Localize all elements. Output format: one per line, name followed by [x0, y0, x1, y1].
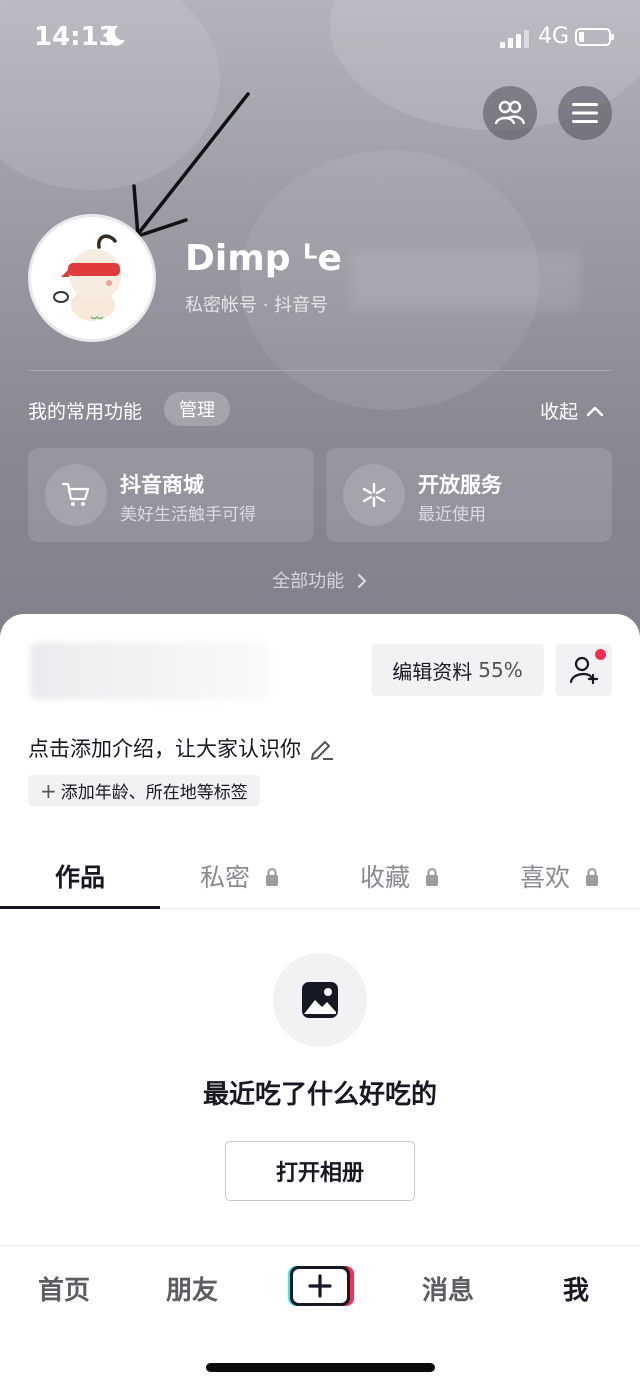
- home-indicator: [206, 1363, 435, 1372]
- functions-title: 我的常用功能: [28, 401, 143, 423]
- service-icon: [343, 464, 405, 526]
- friends-button[interactable]: [483, 86, 537, 140]
- mall-title: 抖音商城: [120, 473, 204, 497]
- open-album-button[interactable]: 打开相册: [225, 1141, 415, 1201]
- tab-private[interactable]: 私密: [160, 858, 320, 894]
- edit-profile-button[interactable]: 编辑资料 55%: [371, 644, 544, 696]
- tab-works-label: 作品: [54, 863, 105, 892]
- empty-state-icon: [273, 953, 367, 1047]
- status-bar: 14:13 4G: [0, 0, 640, 80]
- people-icon: [494, 100, 526, 125]
- profile-completion: 55%: [478, 658, 523, 682]
- empty-state-text: 最近吃了什么好吃的: [202, 1080, 437, 1110]
- chevron-up-icon: [586, 406, 604, 416]
- collapse-label: 收起: [540, 401, 579, 423]
- bio-placeholder[interactable]: 点击添加介绍，让大家认识你: [28, 733, 335, 763]
- mall-subtitle: 美好生活触手可得: [120, 505, 256, 525]
- tab-likes-label: 喜欢: [520, 863, 571, 892]
- nav-friends[interactable]: 朋友: [128, 1270, 256, 1307]
- profile-name: Dimp ᴸe: [185, 238, 342, 279]
- tab-likes[interactable]: 喜欢: [480, 858, 640, 894]
- add-user-icon: [569, 656, 598, 685]
- service-title: 开放服务: [418, 473, 502, 497]
- chevron-right-icon: [357, 573, 366, 589]
- divider: [28, 370, 612, 371]
- add-friend-button[interactable]: [555, 644, 612, 696]
- manage-button[interactable]: 管理: [164, 392, 230, 426]
- nav-me[interactable]: 我: [512, 1270, 640, 1307]
- lock-icon: [425, 868, 438, 886]
- cart-icon: [45, 464, 107, 526]
- mall-card[interactable]: 抖音商城 美好生活触手可得: [28, 448, 314, 542]
- add-tags-label: 添加年龄、所在地等标签: [60, 783, 248, 803]
- all-functions-link[interactable]: 全部功能: [0, 567, 640, 593]
- tab-favorites-label: 收藏: [360, 863, 411, 892]
- tab-works[interactable]: 作品: [0, 858, 160, 894]
- pencil-icon: [311, 741, 333, 760]
- network-type: 4G: [538, 24, 570, 49]
- image-icon: [302, 982, 338, 1018]
- avatar[interactable]: [28, 214, 156, 342]
- active-tab-indicator: [0, 906, 160, 909]
- lock-icon: [585, 868, 598, 886]
- service-subtitle: 最近使用: [418, 505, 486, 525]
- account-info: 私密帐号 · 抖音号: [185, 295, 329, 316]
- menu-button[interactable]: [558, 86, 612, 140]
- signal-icon: [500, 30, 529, 48]
- nav-home[interactable]: 首页: [0, 1270, 128, 1307]
- bio-text: 点击添加介绍，让大家认识你: [28, 737, 301, 761]
- service-card[interactable]: 开放服务 最近使用: [326, 448, 612, 542]
- notification-dot: [595, 649, 606, 660]
- all-functions-label: 全部功能: [272, 571, 345, 592]
- edit-profile-label: 编辑资料: [392, 659, 473, 684]
- content-tabs: 作品 私密 收藏 喜欢: [0, 840, 640, 909]
- collapse-button[interactable]: 收起: [540, 397, 604, 424]
- plus-icon: +: [40, 779, 57, 803]
- blurred-region: [30, 642, 270, 700]
- moon-icon: [105, 25, 125, 46]
- tab-private-label: 私密: [200, 863, 251, 892]
- add-tags-button[interactable]: + 添加年龄、所在地等标签: [28, 775, 260, 806]
- cartoon-avatar-image: [53, 234, 121, 321]
- annotation-arrow: [132, 92, 250, 238]
- battery-icon: [575, 28, 614, 46]
- hamburger-icon: [572, 103, 598, 123]
- lock-icon: [265, 868, 278, 886]
- create-button[interactable]: [286, 1263, 354, 1309]
- nav-messages[interactable]: 消息: [384, 1270, 512, 1307]
- tab-favorites[interactable]: 收藏: [320, 858, 480, 894]
